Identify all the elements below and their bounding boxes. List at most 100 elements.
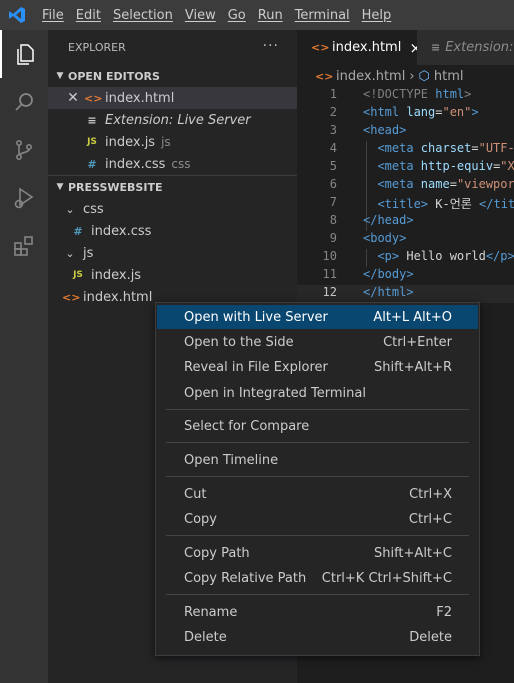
menu-item-copy[interactable]: Copy Ctrl+C — [157, 507, 478, 531]
menu-item-open-to-side[interactable]: Open to the Side Ctrl+Enter — [157, 330, 478, 354]
folder-label: js — [83, 245, 94, 261]
file-index-js[interactable]: JS index.js — [48, 264, 297, 286]
preview-icon: ≡ — [431, 41, 441, 54]
menu-item-cut[interactable]: Cut Ctrl+X — [157, 482, 478, 506]
open-editor-label: index.html — [105, 90, 175, 106]
folder-js[interactable]: ⌄ js — [48, 242, 297, 264]
menu-edit[interactable]: Edit — [70, 8, 107, 23]
menu-help[interactable]: Help — [356, 8, 398, 23]
html-file-icon: <> — [84, 91, 103, 105]
code-line: 4 <meta charset="UTF-8" — [297, 141, 514, 159]
code-line: 9 <body> — [297, 231, 514, 249]
menu-run[interactable]: Run — [252, 8, 289, 23]
menu-view[interactable]: View — [179, 8, 222, 23]
menu-item-open-timeline[interactable]: Open Timeline — [157, 448, 478, 472]
open-editor-folder: js — [161, 135, 171, 149]
html-file-icon: <> — [62, 290, 81, 304]
sidebar-header: EXPLORER ··· — [48, 30, 297, 65]
open-editor-index-html[interactable]: ✕ <> index.html — [48, 87, 297, 109]
menu-terminal[interactable]: Terminal — [289, 8, 356, 23]
breadcrumb: <> index.html › ⬡ html — [297, 65, 514, 87]
breadcrumb-separator: › — [409, 68, 415, 84]
line-number: 7 — [329, 195, 337, 209]
js-file-icon: JS — [87, 137, 97, 147]
sidebar-title: EXPLORER — [68, 41, 126, 54]
html-file-icon: <> — [311, 41, 330, 54]
more-actions-icon[interactable]: ··· — [263, 38, 279, 54]
menu-separator — [166, 476, 469, 477]
chevron-down-icon: ⌄ — [65, 202, 75, 216]
line-number: 8 — [329, 213, 337, 227]
menu-separator — [166, 409, 469, 410]
menu-item-reveal-in-explorer[interactable]: Reveal in File Explorer Shift+Alt+R — [157, 355, 478, 379]
chevron-down-icon: ▼ — [56, 182, 64, 192]
line-number: 5 — [329, 159, 337, 173]
code-line: 2 <html lang="en"> — [297, 105, 514, 123]
line-number: 11 — [322, 267, 337, 281]
vscode-logo-icon — [8, 6, 26, 24]
line-number: 1 — [329, 87, 337, 101]
line-number: 2 — [329, 105, 337, 119]
code-line: 7 <title> K-언론 </title> — [297, 195, 514, 213]
tab-live-server[interactable]: ≡ Extension: Live Server — [417, 30, 514, 65]
open-editors-section[interactable]: ▼ OPEN EDITORS — [48, 65, 297, 87]
css-file-icon: # — [73, 224, 83, 238]
workspace-folder-section[interactable]: ▼ PRESSWEBSITE — [48, 176, 297, 198]
extensions-icon[interactable] — [0, 222, 48, 270]
line-number: 12 — [322, 285, 337, 299]
open-editor-index-css[interactable]: # index.css css — [48, 153, 297, 175]
menu-item-select-for-compare[interactable]: Select for Compare — [157, 414, 478, 438]
folder-label: css — [83, 201, 104, 217]
code-line: 5 <meta http-equiv="X-UA-Compatible" — [297, 159, 514, 177]
close-icon[interactable]: ✕ — [66, 90, 80, 106]
open-editor-index-js[interactable]: JS index.js js — [48, 131, 297, 153]
file-label: index.html — [83, 289, 153, 305]
code-line: 11 </body> — [297, 267, 514, 285]
tab-index-html[interactable]: <> index.html × — [297, 30, 417, 65]
menu-selection[interactable]: Selection — [107, 8, 179, 23]
breadcrumb-symbol[interactable]: html — [434, 69, 464, 84]
menu-item-rename[interactable]: Rename F2 — [157, 600, 478, 624]
file-label: index.js — [91, 267, 142, 283]
open-editor-folder: css — [171, 157, 191, 171]
explorer-icon[interactable] — [0, 30, 48, 78]
line-number: 10 — [322, 249, 337, 263]
code-line-current: 12 </html> — [297, 285, 514, 303]
close-tab-icon[interactable]: × — [409, 39, 417, 57]
title-bar: File Edit Selection View Go Run Terminal… — [0, 0, 514, 30]
code-line: 6 <meta name="viewport" — [297, 177, 514, 195]
html-file-icon: <> — [315, 69, 334, 83]
search-icon[interactable] — [0, 78, 48, 126]
folder-css[interactable]: ⌄ css — [48, 198, 297, 220]
menu-bar: File Edit Selection View Go Run Terminal… — [36, 0, 397, 30]
menu-item-delete[interactable]: Delete Delete — [157, 625, 478, 649]
menu-separator — [166, 442, 469, 443]
menu-item-copy-path[interactable]: Copy Path Shift+Alt+C — [157, 541, 478, 565]
open-editor-label: index.css — [105, 156, 166, 172]
line-number: 3 — [329, 123, 337, 137]
menu-item-open-with-live-server[interactable]: Open with Live Server Alt+L Alt+O — [157, 305, 478, 329]
css-file-icon: # — [87, 157, 97, 171]
file-index-css[interactable]: # index.css — [48, 220, 297, 242]
context-menu: Open with Live Server Alt+L Alt+O Open to… — [155, 302, 480, 656]
code-line: 10 <p> Hello world</p> — [297, 249, 514, 267]
menu-item-copy-relative-path[interactable]: Copy Relative Path Ctrl+K Ctrl+Shift+C — [157, 566, 478, 590]
js-file-icon: JS — [73, 270, 83, 280]
open-editor-label: Extension: Live Server — [105, 112, 251, 128]
menu-item-open-in-terminal[interactable]: Open in Integrated Terminal — [157, 381, 478, 405]
open-editor-label: index.js — [105, 134, 156, 150]
open-editor-live-server[interactable]: ≡ Extension: Live Server — [48, 109, 297, 131]
preview-icon: ≡ — [87, 113, 97, 127]
tab-label: index.html — [332, 40, 402, 55]
run-debug-icon[interactable] — [0, 174, 48, 222]
line-number: 6 — [329, 177, 337, 191]
line-number: 4 — [329, 141, 337, 155]
menu-separator — [166, 594, 469, 595]
chevron-down-icon: ⌄ — [65, 246, 75, 260]
line-number: 9 — [329, 231, 337, 245]
menu-file[interactable]: File — [36, 8, 70, 23]
menu-go[interactable]: Go — [222, 8, 252, 23]
editor-tabs: <> index.html × ≡ Extension: Live Server — [297, 30, 514, 65]
breadcrumb-file[interactable]: index.html — [336, 69, 405, 84]
source-control-icon[interactable] — [0, 126, 48, 174]
